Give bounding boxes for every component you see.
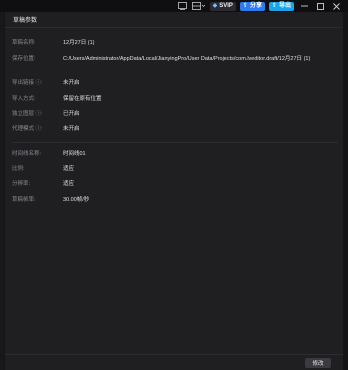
row-label: 导出链接 ⓘ: (12, 80, 43, 86)
draft-settings-panel: 草稿参数 草稿名称: 12月27日 (1) 保存位置: C:/Users/Adm… (4, 12, 344, 370)
panel-footer: 修改 (5, 354, 343, 370)
row-label: 草稿名称: (12, 40, 36, 46)
row-value: 时间线01 (63, 151, 86, 157)
row-value: 未开启 (63, 80, 80, 86)
row-value: 30.00帧/秒 (63, 197, 90, 203)
row-label: 导入方式: (12, 96, 36, 102)
maximize-button[interactable] (314, 2, 326, 11)
svip-button[interactable]: ◆ SVIP (209, 1, 236, 11)
row-label: 代理模式 ⓘ: (12, 126, 43, 132)
share-button[interactable]: ⇪ 分享 (239, 1, 265, 11)
row-value: 适应 (63, 181, 75, 187)
share-icon: ⇪ (242, 3, 248, 9)
diamond-icon: ◆ (212, 3, 218, 9)
row-label: 分辨率: (12, 181, 31, 187)
svip-label: SVIP (219, 3, 233, 9)
row-label: 比例: (12, 166, 25, 172)
close-button[interactable] (330, 2, 342, 11)
row-value: 未开启 (63, 126, 80, 132)
panel-title: 草稿参数 (5, 12, 343, 28)
layout-icon[interactable] (192, 2, 206, 11)
minimize-icon (300, 5, 308, 7)
row-label: 时间线名称: (12, 151, 42, 157)
section-divider (12, 142, 338, 143)
row-value: C:/Users/Administrator/AppData/Local/Jia… (63, 56, 311, 62)
title-bar: ◆ SVIP ⇪ 分享 ⇧ 导出 (0, 0, 348, 12)
minimize-button[interactable] (298, 2, 310, 11)
row-value: 适应 (63, 166, 75, 172)
row-label: 独立图层 ⓘ: (12, 111, 43, 117)
export-icon: ⇧ (271, 3, 277, 9)
export-label: 导出 (278, 3, 291, 9)
row-value: 保留在原有位置 (63, 96, 102, 102)
scrollbar[interactable] (344, 12, 348, 370)
row-value: 已开启 (63, 111, 80, 117)
share-label: 分享 (249, 3, 262, 9)
row-label: 草稿帧率: (12, 197, 36, 203)
close-icon (332, 2, 340, 10)
export-button[interactable]: ⇧ 导出 (268, 1, 294, 11)
monitor-icon[interactable] (178, 2, 188, 11)
maximize-icon (316, 2, 324, 10)
row-label: 保存位置: (12, 56, 36, 62)
modify-button[interactable]: 修改 (305, 358, 331, 368)
row-value: 12月27日 (1) (63, 40, 95, 46)
